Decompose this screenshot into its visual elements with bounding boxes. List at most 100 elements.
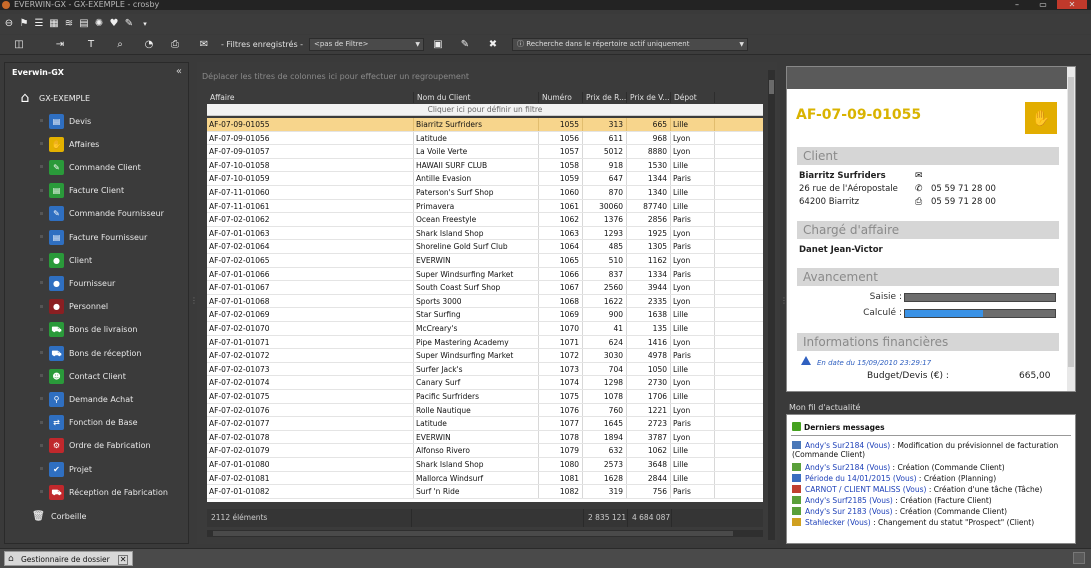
sidebar-item-ordre-de-fabrication[interactable]: ⚙ Ordre de Fabrication bbox=[40, 438, 151, 454]
table-row[interactable]: AF-07-09-01057 La Voile Verte 1057 5012 8880… bbox=[207, 145, 763, 159]
detail-scrollbar[interactable] bbox=[1067, 67, 1075, 391]
tree-root[interactable]: ⌂ GX-EXEMPLE bbox=[17, 90, 90, 106]
sidebar-item-bons-de-réception[interactable]: ⛟ Bons de réception bbox=[40, 345, 141, 361]
table-row[interactable]: AF-07-02-01069 Star Surfing 1069 900 1638 Lil… bbox=[207, 308, 763, 322]
scroll-thumb[interactable] bbox=[1068, 77, 1074, 367]
collapse-sidebar-icon[interactable]: « bbox=[176, 66, 182, 77]
table-row[interactable]: AF-07-02-01064 Shoreline Gold Surf Club 10… bbox=[207, 240, 763, 254]
sidebar-item-devis[interactable]: ▤ Devis bbox=[40, 113, 91, 129]
sidebar-item-client[interactable]: ● Client bbox=[40, 252, 92, 268]
table-row[interactable]: AF-07-02-01065 EVERWIN 1065 510 1162 Lyon bbox=[207, 254, 763, 268]
table-row[interactable]: AF-07-01-01068 Sports 3000 1068 1622 2335 Lyo… bbox=[207, 294, 763, 309]
feed-item-author[interactable]: Andy's Sur 2183 (Vous) bbox=[805, 507, 893, 516]
tree-connector bbox=[40, 281, 43, 285]
table-row[interactable]: AF-07-01-01080 Shark Island Shop 1080 2573 3… bbox=[207, 458, 763, 472]
group-by-hint: Déplacer les titres de colonnes ici pour… bbox=[202, 72, 470, 81]
flag-icon[interactable]: ⚑ bbox=[17, 17, 31, 31]
table-row[interactable]: AF-07-01-01067 South Coast Surf Shop 1067 2… bbox=[207, 281, 763, 295]
column-header[interactable]: Affaire bbox=[207, 92, 414, 103]
text-format-icon[interactable]: T bbox=[84, 38, 98, 52]
feed-item-author[interactable]: Période du 14/01/2015 (Vous) bbox=[805, 474, 917, 483]
restore-icon[interactable] bbox=[1073, 552, 1085, 564]
filter-row[interactable]: Cliquer ici pour définir un filtre bbox=[207, 104, 763, 116]
close-window-button[interactable]: ✕ bbox=[1057, 0, 1087, 9]
vertical-scrollbar[interactable] bbox=[768, 70, 775, 540]
table-row[interactable]: AF-07-02-01072 Super Windsurfing Market 10… bbox=[207, 349, 763, 363]
sidebar-item-facture-fournisseur[interactable]: ▤ Facture Fournisseur bbox=[40, 229, 147, 245]
minimize-button[interactable]: – bbox=[1005, 0, 1029, 9]
sidebar-item-personnel[interactable]: ● Personnel bbox=[40, 299, 108, 315]
sidebar-item-corbeille[interactable]: 🗑 Corbeille bbox=[31, 508, 86, 524]
table-row[interactable]: AF-07-10-01058 HAWAII SURF CLUB 1058 918 153… bbox=[207, 158, 763, 173]
tab-gestionnaire[interactable]: ⌂ Gestionnaire de dossier ✕ bbox=[4, 551, 134, 566]
export-icon[interactable]: ⇥ bbox=[53, 38, 67, 52]
table-row[interactable]: AF-07-02-01079 Alfonso Rivero 1079 632 1062 L… bbox=[207, 444, 763, 458]
table-row[interactable]: AF-07-11-01061 Primavera 1061 30060 87740 Lil… bbox=[207, 199, 763, 214]
close-tab-icon[interactable]: ✕ bbox=[118, 555, 129, 565]
rss-icon[interactable]: ≋ bbox=[62, 17, 76, 31]
feed-item-author[interactable]: CARNOT / CLIENT MALISS (Vous) bbox=[805, 485, 926, 494]
back-icon[interactable]: ⊖ bbox=[2, 17, 16, 31]
maximize-button[interactable]: ▭ bbox=[1031, 0, 1055, 9]
mail-icon[interactable]: ✉ bbox=[197, 38, 211, 52]
sidebar-item-projet[interactable]: ✔ Projet bbox=[40, 461, 92, 477]
print-icon[interactable]: ⎙ bbox=[168, 38, 182, 52]
chevron-down-icon[interactable]: ▾ bbox=[138, 17, 152, 31]
grid-icon[interactable]: ▦ bbox=[47, 17, 61, 31]
list-icon[interactable]: ☰ bbox=[32, 17, 46, 31]
table-row[interactable]: AF-07-09-01056 Latitude 1056 611 968 Lyon bbox=[207, 131, 763, 146]
table-row[interactable]: AF-07-02-01077 Latitude 1077 1645 2723 Paris bbox=[207, 417, 763, 431]
column-header[interactable]: Numéro bbox=[539, 92, 583, 103]
filter-select[interactable]: <pas de Filtre> ▼ bbox=[309, 38, 424, 51]
sidebar-item-demande-achat[interactable]: ⚲ Demande Achat bbox=[40, 391, 133, 407]
delete-icon[interactable]: ✖ bbox=[486, 38, 500, 52]
table-row[interactable]: AF-07-01-01066 Super Windsurfing Market 10… bbox=[207, 267, 763, 282]
table-row[interactable]: AF-07-02-01073 Surfer Jack's 1073 704 1050 Li… bbox=[207, 362, 763, 377]
table-row[interactable]: AF-07-02-01076 Rolle Nautique 1076 760 1221 L… bbox=[207, 403, 763, 418]
feed-item-author[interactable]: Andy's Sur2184 (Vous) bbox=[805, 463, 890, 472]
search-scope-select[interactable]: ⓘ Recherche dans le répertoire actif uni… bbox=[512, 38, 748, 51]
table-row[interactable]: AF-07-02-01074 Canary Surf 1074 1298 2730 Lyo… bbox=[207, 376, 763, 390]
sidebar-item-réception-de-fabrication[interactable]: ⛟ Réception de Fabrication bbox=[40, 484, 168, 500]
sidebar-item-fonction-de-base[interactable]: ⇄ Fonction de Base bbox=[40, 415, 138, 431]
table-row[interactable]: AF-07-11-01060 Paterson's Surf Shop 1060 87… bbox=[207, 186, 763, 200]
scroll-thumb[interactable] bbox=[213, 531, 733, 536]
column-header[interactable]: Prix de V... bbox=[627, 92, 671, 103]
mail-icon[interactable]: ✉ bbox=[915, 171, 923, 181]
sidebar-item-commande-fournisseur[interactable]: ✎ Commande Fournisseur bbox=[40, 206, 164, 222]
sidebar-item-commande-client[interactable]: ✎ Commande Client bbox=[40, 159, 141, 175]
layout-icon[interactable]: ◫ bbox=[12, 38, 26, 52]
feed-item-author[interactable]: Stahlecker (Vous) bbox=[805, 518, 871, 527]
table-row[interactable]: AF-07-10-01059 Antille Evasion 1059 647 1344… bbox=[207, 172, 763, 186]
sidebar-item-bons-de-livraison[interactable]: ⛟ Bons de livraison bbox=[40, 322, 137, 338]
feed-item-author[interactable]: Andy's Sur2184 (Vous) bbox=[805, 441, 890, 450]
scroll-thumb[interactable] bbox=[769, 80, 774, 94]
table-row[interactable]: AF-07-01-01063 Shark Island Shop 1063 1293 1… bbox=[207, 226, 763, 241]
sidebar-item-contact-client[interactable]: ☻ Contact Client bbox=[40, 368, 126, 384]
column-header[interactable]: Prix de R... bbox=[583, 92, 627, 103]
column-header[interactable]: Nom du Client bbox=[414, 92, 539, 103]
table-row[interactable]: AF-07-02-01075 Pacific Surfriders 1075 1078… bbox=[207, 390, 763, 404]
sidebar-item-facture-client[interactable]: ▤ Facture Client bbox=[40, 183, 124, 199]
horizontal-scrollbar[interactable] bbox=[207, 530, 763, 537]
table-row[interactable]: AF-07-01-01082 Surf 'n Ride 1082 319 756 Pari… bbox=[207, 485, 763, 499]
feed-item-author[interactable]: Andy's Surf2185 (Vous) bbox=[805, 496, 893, 505]
column-header[interactable]: Dépot bbox=[671, 92, 715, 103]
table-row[interactable]: AF-07-02-01070 McCreary's 1070 41 135 Lille bbox=[207, 322, 763, 336]
client-name[interactable]: Biarritz Surfriders bbox=[799, 171, 886, 181]
table-row[interactable]: AF-07-02-01081 Mallorca Windsurf 1081 1628 2… bbox=[207, 471, 763, 486]
sidebar-item-fournisseur[interactable]: ● Fournisseur bbox=[40, 275, 115, 291]
sun-icon[interactable]: ✺ bbox=[92, 17, 106, 31]
table-row[interactable]: AF-07-01-01071 Pipe Mastering Academy 1071… bbox=[207, 335, 763, 350]
tools-icon[interactable]: ✎ bbox=[122, 17, 136, 31]
table-row[interactable]: AF-07-02-01062 Ocean Freestyle 1062 1376 285… bbox=[207, 213, 763, 227]
calendar-icon[interactable]: ▤ bbox=[77, 17, 91, 31]
sidebar-item-affaires[interactable]: ✋ Affaires bbox=[40, 136, 99, 152]
heart-icon[interactable]: ♥ bbox=[107, 17, 121, 31]
chart-icon[interactable]: ◔ bbox=[142, 38, 156, 52]
table-row[interactable]: AF-07-02-01078 EVERWIN 1078 1894 3787 Lyon bbox=[207, 430, 763, 445]
table-row[interactable]: AF-07-09-01055 Biarritz Surfriders 1055 313… bbox=[207, 118, 763, 132]
search-icon[interactable]: ⌕ bbox=[113, 38, 127, 52]
save-icon[interactable]: ▣ bbox=[431, 38, 445, 52]
edit-icon[interactable]: ✎ bbox=[458, 38, 472, 52]
